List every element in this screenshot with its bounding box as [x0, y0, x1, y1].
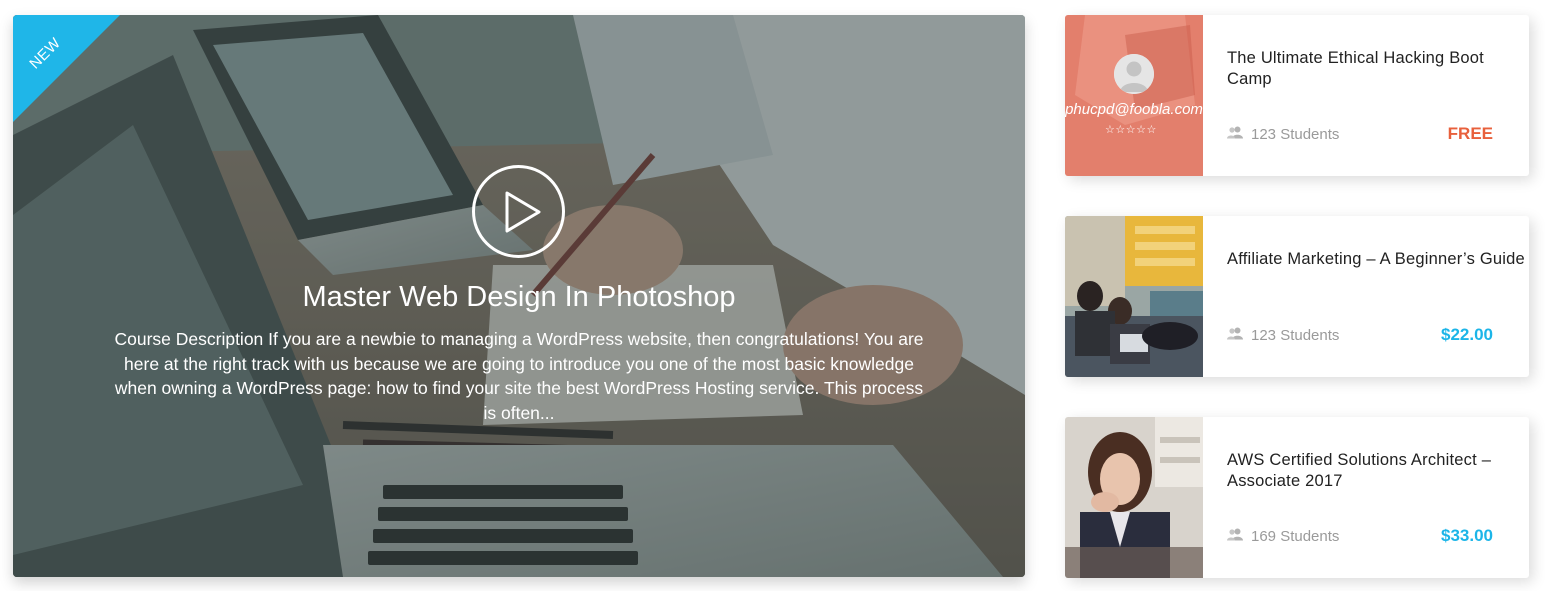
rating-stars: ☆☆☆☆☆ — [1105, 124, 1157, 136]
course-title[interactable]: Affiliate Marketing – A Beginner’s Guide — [1227, 249, 1527, 270]
student-count-label: 123 Students — [1251, 126, 1340, 143]
course-thumbnail[interactable] — [1065, 216, 1203, 377]
course-title[interactable]: The Ultimate Ethical Hacking Boot Camp — [1227, 48, 1527, 90]
featured-course-title[interactable]: Master Web Design In Photoshop — [13, 281, 1025, 314]
student-count: 123 Students — [1227, 126, 1339, 143]
course-price: $33.00 — [1441, 526, 1493, 545]
avatar[interactable] — [1114, 54, 1154, 94]
course-title[interactable]: AWS Certified Solutions Architect – Asso… — [1227, 450, 1527, 492]
course-card[interactable]: AWS Certified Solutions Architect – Asso… — [1065, 417, 1529, 578]
users-icon — [1227, 327, 1243, 344]
student-count-label: 123 Students — [1251, 327, 1340, 344]
author-overlay: phucpd@foobla.com ☆☆☆☆☆ — [1065, 15, 1203, 176]
student-count: 169 Students — [1227, 528, 1339, 545]
course-card[interactable]: Affiliate Marketing – A Beginner’s Guide… — [1065, 216, 1529, 377]
course-price: FREE — [1447, 124, 1493, 143]
course-thumbnail[interactable] — [1065, 417, 1203, 578]
author-email[interactable]: phucpd@foobla.com — [1065, 101, 1203, 118]
users-icon — [1227, 528, 1243, 545]
course-thumbnail[interactable]: phucpd@foobla.com ☆☆☆☆☆ — [1065, 15, 1203, 176]
course-card[interactable]: phucpd@foobla.com ☆☆☆☆☆ The Ultimate Eth… — [1065, 15, 1529, 176]
users-icon — [1227, 126, 1243, 143]
new-badge-ribbon — [13, 15, 120, 122]
course-price: $22.00 — [1441, 325, 1493, 344]
featured-course-card[interactable]: NEW Master Web Design In Photoshop Cours… — [13, 15, 1025, 577]
play-circle-icon[interactable] — [472, 165, 565, 258]
student-count-label: 169 Students — [1251, 528, 1340, 545]
featured-course-description: Course Description If you are a newbie t… — [114, 329, 924, 423]
student-count: 123 Students — [1227, 327, 1339, 344]
